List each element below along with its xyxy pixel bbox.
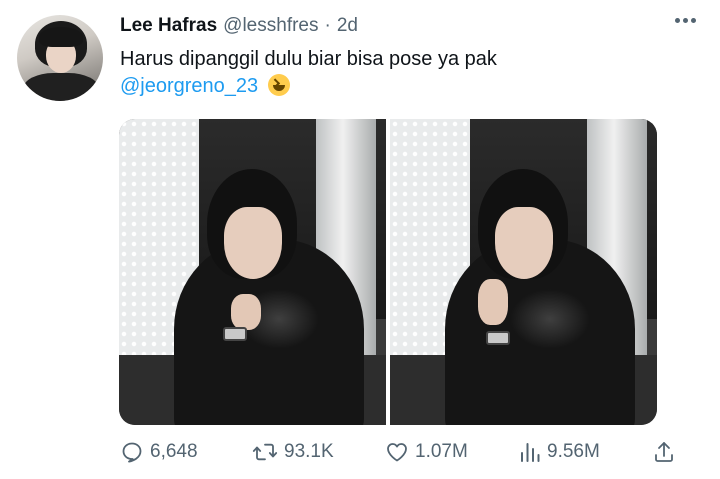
photo-person-face: [224, 207, 282, 279]
tweet-text: Harus dipanggil dulu biar bisa pose ya p…: [120, 46, 680, 100]
retweet-button[interactable]: 93.1K: [252, 440, 334, 464]
tweet-body: Harus dipanggil dulu biar bisa pose ya p…: [120, 48, 497, 70]
views-count: 9.56M: [547, 441, 600, 462]
tweet-media: [119, 119, 657, 425]
photo-person-face: [495, 207, 553, 279]
separator: ·: [324, 15, 331, 36]
tweet-header: Lee Hafras @lesshfres · 2d: [120, 15, 358, 37]
tweet-actions: 6,648 93.1K 1.07M 9.56M: [120, 440, 680, 468]
author-avatar[interactable]: [17, 15, 103, 101]
retweet-count: 93.1K: [284, 441, 334, 462]
like-count: 1.07M: [415, 441, 468, 462]
more-dot: [691, 18, 696, 23]
avatar-jacket: [23, 73, 99, 101]
views-button[interactable]: 9.56M: [519, 440, 600, 464]
tweet-photo-2[interactable]: [390, 119, 657, 425]
retweet-icon: [252, 443, 278, 461]
more-dot: [683, 18, 688, 23]
photo-jacket-sheen: [510, 289, 590, 349]
share-button[interactable]: [652, 440, 676, 464]
mention-link[interactable]: @jeorgreno_23: [120, 75, 258, 97]
photo-person-hand: [231, 294, 261, 330]
photo-person-hand: [478, 279, 508, 325]
laughing-emoji-icon: [267, 74, 290, 96]
avatar-fringe: [39, 27, 83, 47]
author-handle[interactable]: @lesshfres: [223, 15, 318, 37]
share-icon: [655, 442, 673, 462]
reply-count: 6,648: [150, 441, 198, 462]
like-button[interactable]: 1.07M: [385, 440, 468, 464]
photo-person-watch: [486, 331, 510, 345]
author-name[interactable]: Lee Hafras: [120, 15, 217, 37]
reply-button[interactable]: 6,648: [120, 440, 198, 464]
photo-person-watch: [223, 327, 247, 341]
more-options-icon[interactable]: [675, 18, 696, 23]
tweet-photo-1[interactable]: [119, 119, 386, 425]
heart-icon: [387, 443, 407, 462]
tweet-time[interactable]: 2d: [337, 15, 358, 37]
reply-icon: [122, 442, 142, 463]
more-dot: [675, 18, 680, 23]
views-bar-chart-icon: [521, 443, 540, 462]
